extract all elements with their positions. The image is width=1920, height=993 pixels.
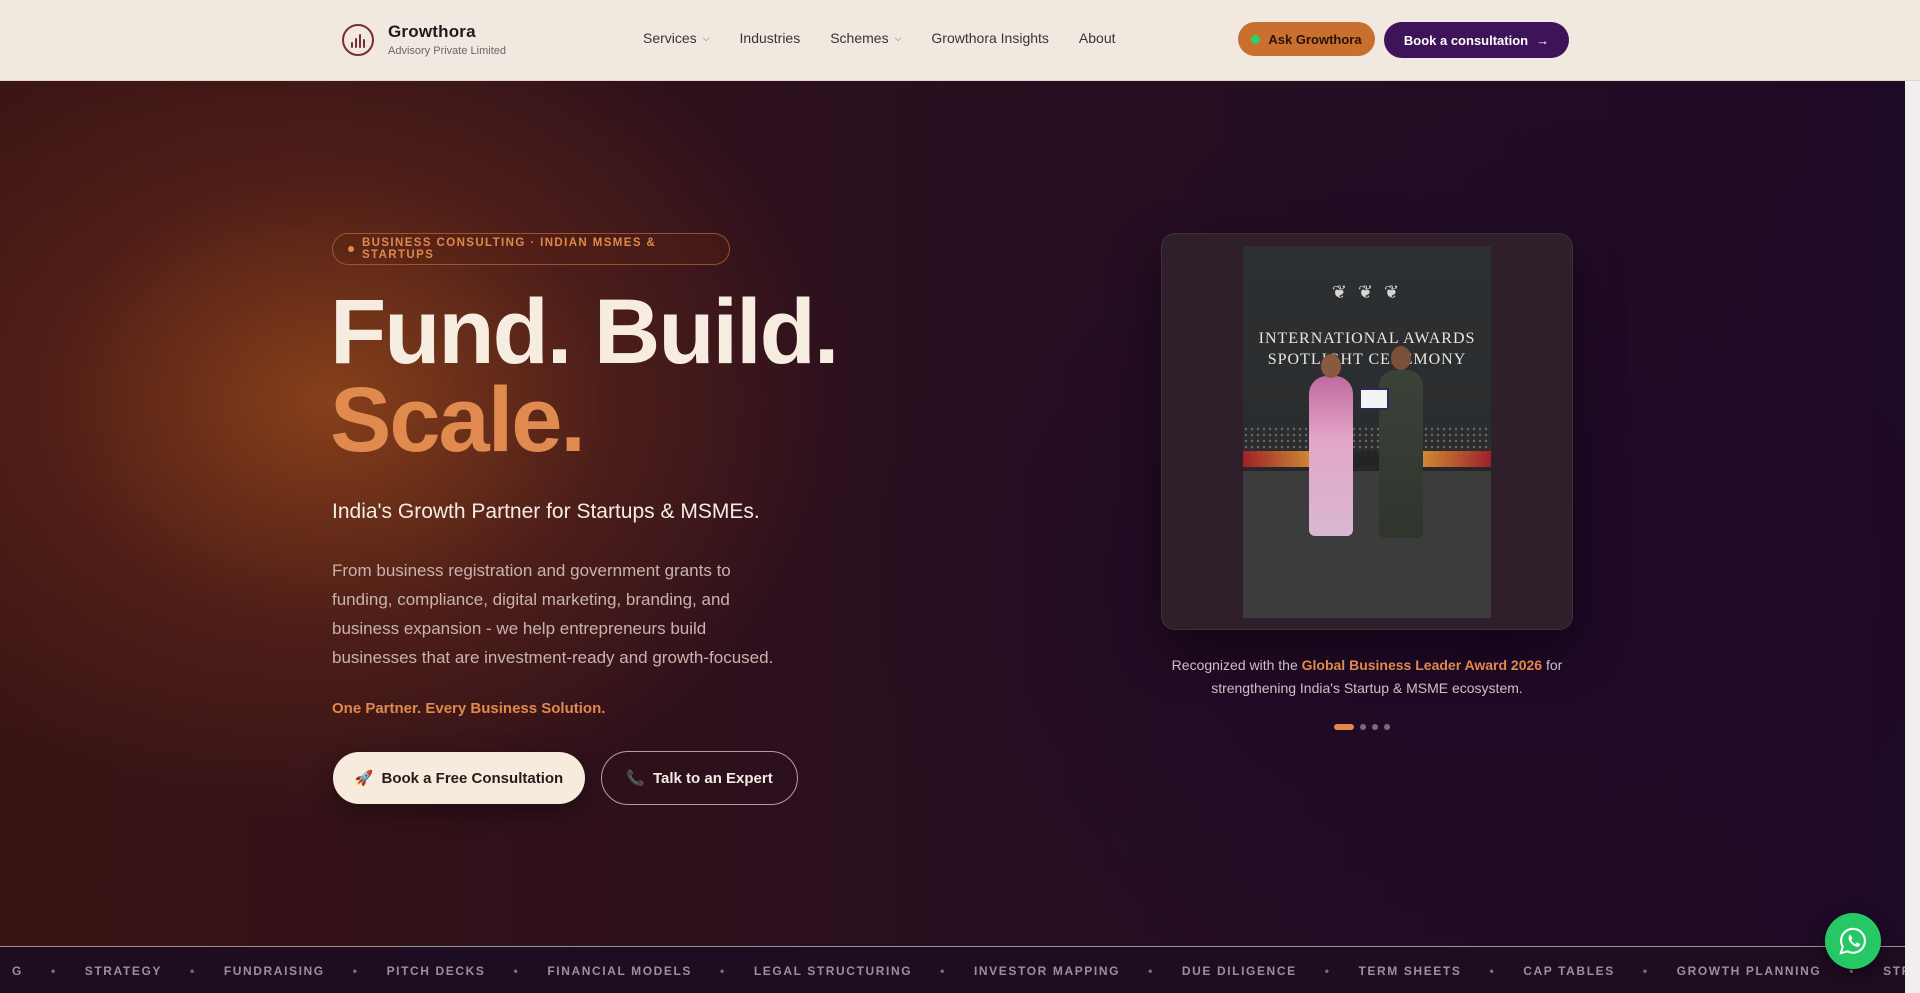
hero-tagline: India's Growth Partner for Startups & MS… [332,500,760,523]
award-caption: Recognized with the Global Business Lead… [1160,654,1574,700]
brand-name: Growthora [388,22,476,41]
nav-item-label: Schemes [830,30,889,46]
nav-item-industries[interactable]: Industries [740,30,801,46]
nav-item-label: Industries [739,30,801,46]
ticker-item: PITCH DECKS [386,964,486,978]
stage-band [1243,451,1491,467]
ticker-item: LEGAL STRUCTURING [753,964,913,978]
nav-item-label: Growthora Insights [931,30,1049,46]
whatsapp-icon [1839,927,1866,955]
nav-item-about[interactable]: About [1079,30,1116,46]
ticker-item: GROWTH PLANNING [1676,964,1822,978]
carousel-dot-4[interactable] [1384,724,1390,730]
ticker-item: CAP TABLES [1523,964,1615,978]
nav-item-schemes[interactable]: Schemes ⌵ [830,30,901,46]
whatsapp-chat-button[interactable] [1825,913,1881,969]
top-nav: Growthora Advisory Private Limited Servi… [0,0,1920,81]
ticker-track: G • STRATEGY • FUNDRAISING • PITCH DECKS • FINAN… [0,964,1905,978]
carousel-dot-3[interactable] [1372,724,1378,730]
cta-secondary-label: Talk to an Expert [652,769,773,787]
category-pill: BUSINESS CONSULTING · INDIAN MSMES & STA… [332,233,730,265]
nav-item-label: About [1078,30,1116,46]
pill-dot-icon [348,246,354,252]
photo-banner-text: INTERNATIONAL AWARDS SPOTLIGHT CEREMONY [1258,330,1476,368]
hero-description: From business registration and governmen… [332,561,774,667]
headline-line-1: Fund. Build. [330,281,839,383]
chevron-down-icon: ⌵ [894,32,902,43]
ask-growthora-button[interactable]: Ask Growthora [1238,22,1375,56]
nav-item-label: Services [643,30,697,46]
award-photo-card: ❦ ❦ ❦ INTERNATIONAL AWARDS SPOTLIGHT CER… [1161,233,1573,630]
phone-icon: 📞 [626,770,645,787]
ticker-item: G [12,964,23,978]
hero-headline: Fund. Build. Scale. [330,281,839,471]
arrow-right-icon: → [1536,32,1550,48]
ticker-item: TERM SHEETS [1358,964,1462,978]
nav-item-insights[interactable]: Growthora Insights [931,30,1049,46]
ornament-icon: ❦ ❦ ❦ [1331,282,1403,302]
ticker-item: DUE DILIGENCE [1181,964,1297,978]
book-free-consultation-button[interactable]: 🚀 Book a Free Consultation [333,752,585,804]
brand-text: Growthora Advisory Private Limited [388,22,506,57]
hero-slogan: One Partner. Every Business Solution. [332,700,606,717]
cta-primary-label: Book a Free Consultation [381,769,564,787]
award-ceremony-photo: ❦ ❦ ❦ INTERNATIONAL AWARDS SPOTLIGHT CER… [1243,246,1491,618]
award-name-link[interactable]: Global Business Leader Award 2026 [1302,657,1542,673]
growthora-logo-icon [342,23,374,56]
caption-prefix: Recognized with the [1171,657,1302,673]
book-consultation-label: Book a consultation [1403,32,1529,48]
headline-line-2: Scale. [330,369,586,471]
ask-growthora-label: Ask Growthora [1268,31,1362,47]
stage-floor [1243,471,1491,618]
online-status-icon [1251,34,1261,44]
ticker-item: FINANCIAL MODELS [547,964,693,978]
main-menu: Services ⌵ Industries Schemes ⌵ Growthor… [643,30,1116,46]
carousel-dot-2[interactable] [1360,724,1366,730]
category-pill-label: BUSINESS CONSULTING · INDIAN MSMES & STA… [361,237,657,261]
book-consultation-button[interactable]: Book a consultation → [1384,22,1569,58]
ticker-item: STRATEGY [84,964,162,978]
page-scrollbar[interactable] [1905,81,1920,993]
carousel-dot-1[interactable] [1334,724,1354,730]
ticker-item: INVESTOR MAPPING [973,964,1121,978]
brand-subtitle: Advisory Private Limited [388,45,506,57]
hero-section [0,81,1905,946]
carousel-dots [1334,724,1390,730]
talk-to-expert-button[interactable]: 📞 Talk to an Expert [601,751,798,805]
ticker-item: FUNDRAISING [223,964,325,978]
brand-logo-link[interactable]: Growthora Advisory Private Limited [342,22,506,57]
rocket-icon: 🚀 [354,770,374,787]
nav-item-services[interactable]: Services ⌵ [643,30,710,46]
awardee-woman [1309,354,1353,536]
chevron-down-icon: ⌵ [702,32,710,43]
certificate-icon [1359,388,1389,410]
services-ticker: G • STRATEGY • FUNDRAISING • PITCH DECKS • FINAN… [0,946,1905,993]
